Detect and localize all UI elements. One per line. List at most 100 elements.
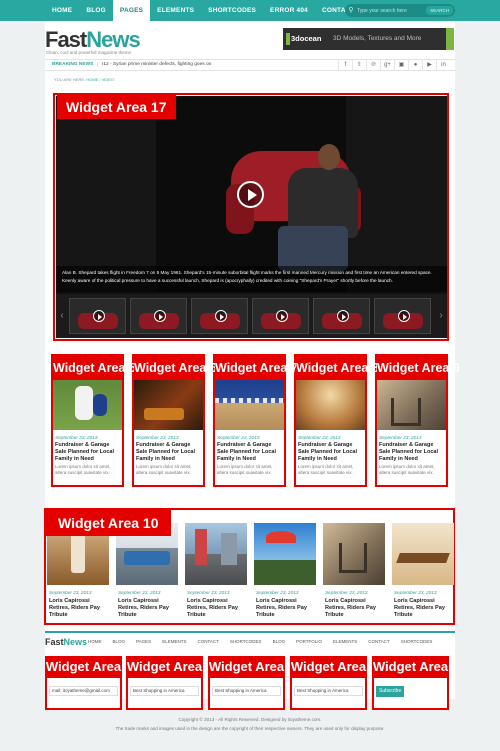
subscribe-button[interactable]: Subscribe bbox=[376, 686, 405, 697]
nav-blog[interactable]: BLOG bbox=[79, 0, 113, 21]
video-thumbnail[interactable] bbox=[69, 298, 126, 334]
gallery-title[interactable]: Loris Capirossi Retires, Riders Pay Trib… bbox=[256, 598, 316, 619]
play-icon bbox=[93, 310, 105, 322]
text-field[interactable]: Best Shopping in America bbox=[294, 686, 363, 696]
gallery-date: September 23, 2013 bbox=[118, 590, 161, 595]
gallery-item[interactable]: September 23, 2013 Loris Capirossi Retir… bbox=[185, 523, 247, 623]
chevron-right-icon[interactable]: › bbox=[436, 307, 446, 325]
widget-area-15-label: Widget Area 15 bbox=[372, 656, 449, 696]
video-thumbnail[interactable] bbox=[252, 298, 309, 334]
chair-shape bbox=[339, 543, 367, 573]
nav-home[interactable]: HOME bbox=[45, 0, 79, 21]
breaking-news-label: BREAKING NEWS bbox=[52, 62, 94, 67]
play-icon bbox=[337, 310, 349, 322]
widget-area-12: Widget Area 12 Best Shopping in America bbox=[126, 656, 203, 710]
building-shape bbox=[195, 529, 207, 565]
gallery-item[interactable]: September 23, 2013 Loris Capirossi Retir… bbox=[116, 523, 178, 623]
video-thumbnail[interactable] bbox=[191, 298, 248, 334]
widget-area-11-label: Widget Area 11 bbox=[45, 656, 122, 696]
play-icon[interactable] bbox=[237, 181, 264, 208]
search-button[interactable]: SEARCH bbox=[426, 6, 453, 15]
gallery-date: September 23, 2013 bbox=[49, 590, 92, 595]
youtube-icon[interactable]: ▶ bbox=[422, 60, 436, 70]
nav-error-404[interactable]: ERROR 404 bbox=[263, 0, 315, 21]
gallery-item[interactable]: September 23, 2013 Loris Capirossi Retir… bbox=[47, 523, 109, 623]
video-thumbnail[interactable] bbox=[313, 298, 370, 334]
footer-nav-item[interactable]: SHORTCODES bbox=[230, 639, 262, 644]
nav-pages[interactable]: PAGES bbox=[112, 0, 151, 21]
social-icons: f 𝕥 ℗ g+ ▣ ● ▶ in bbox=[338, 60, 450, 70]
lounger-shape bbox=[396, 553, 450, 563]
play-icon bbox=[398, 310, 410, 322]
site-tagline: Clean, cool and powerfull magazine theme bbox=[46, 50, 132, 55]
breadcrumb: YOU ARE HERE: HOME / VIDEO bbox=[54, 77, 114, 82]
widget-area-11: Widget Area 11 mail: itoyatheme@gmail.co… bbox=[45, 656, 122, 710]
play-icon bbox=[154, 310, 166, 322]
breadcrumb-current: VIDEO bbox=[101, 77, 115, 82]
logo-text-a: Fast bbox=[45, 27, 87, 52]
widget-area-8-label: Widget Area 8 bbox=[296, 356, 379, 380]
footer-nav-item[interactable]: BLOG bbox=[273, 639, 286, 644]
top-nav: HOME BLOG PAGES ELEMENTS SHORTCODES ERRO… bbox=[45, 0, 362, 21]
search-input[interactable] bbox=[357, 7, 427, 14]
gallery-date: September 23, 2013 bbox=[394, 590, 437, 595]
footer-logo[interactable]: FastNews bbox=[45, 637, 87, 647]
play-icon bbox=[215, 310, 227, 322]
boat-shape bbox=[124, 551, 170, 565]
linkedin-icon-2[interactable]: in bbox=[436, 60, 450, 70]
google-plus-icon[interactable]: g+ bbox=[380, 60, 394, 70]
header-banner-ad[interactable]: 3docean 3D Models, Textures and More bbox=[283, 28, 454, 50]
widget-area-7-label: Widget Area 7 bbox=[215, 356, 298, 380]
footer-nav-item[interactable]: CONTACT bbox=[368, 639, 389, 644]
footer-nav-item[interactable]: PORTFOLIO bbox=[296, 639, 322, 644]
gallery-title[interactable]: Loris Capirossi Retires, Riders Pay Trib… bbox=[118, 598, 178, 619]
nav-elements[interactable]: ELEMENTS bbox=[150, 0, 201, 21]
logo-text-b: News bbox=[86, 27, 140, 52]
footer-nav-item[interactable]: CONTACT bbox=[197, 639, 218, 644]
breaking-news-headline[interactable]: I12 - Syrian prime minister defects, fig… bbox=[97, 62, 211, 67]
linkedin-icon[interactable]: ▣ bbox=[394, 60, 408, 70]
nav-shortcodes[interactable]: SHORTCODES bbox=[201, 0, 263, 21]
page: HOME BLOG PAGES ELEMENTS SHORTCODES ERRO… bbox=[0, 0, 500, 751]
video-person-legs bbox=[278, 226, 348, 271]
twitter-icon[interactable]: 𝕥 bbox=[352, 60, 366, 70]
gallery-title[interactable]: Loris Capirossi Retires, Riders Pay Trib… bbox=[394, 598, 454, 619]
footer-nav: HOME BLOG PAGES ELEMENTS CONTACT SHORTCO… bbox=[88, 639, 443, 644]
gallery-title[interactable]: Loris Capirossi Retires, Riders Pay Trib… bbox=[325, 598, 385, 619]
video-stage: Alan B. Shepard takes flight in Freedom … bbox=[56, 96, 447, 292]
widget-area-13: Widget Area 13 Best Shopping in America bbox=[208, 656, 285, 710]
breadcrumb-home[interactable]: HOME bbox=[86, 77, 98, 82]
gallery-title[interactable]: Loris Capirossi Retires, Riders Pay Trib… bbox=[187, 598, 247, 619]
email-field[interactable]: mail: itoyatheme@gmail.com bbox=[49, 686, 118, 696]
video-player[interactable]: Alan B. Shepard takes flight in Freedom … bbox=[56, 96, 447, 338]
footer-logo-a: Fast bbox=[45, 637, 64, 647]
footer-nav-item[interactable]: BLOG bbox=[113, 639, 126, 644]
text-field[interactable]: Best Shopping in America bbox=[130, 686, 199, 696]
gallery-title[interactable]: Loris Capirossi Retires, Riders Pay Trib… bbox=[49, 598, 109, 619]
gallery-item[interactable]: September 23, 2013 Loris Capirossi Retir… bbox=[323, 523, 385, 623]
widget-area-15: Widget Area 15 Subscribe bbox=[372, 656, 449, 710]
gallery-item[interactable]: September 23, 2013 Loris Capirossi Retir… bbox=[254, 523, 316, 623]
widget-area-9-label: Widget Area 9 bbox=[377, 356, 460, 380]
footer-nav-item[interactable]: PAGES bbox=[136, 639, 151, 644]
chevron-left-icon[interactable]: ‹ bbox=[57, 307, 67, 325]
play-icon bbox=[276, 310, 288, 322]
video-thumbnail[interactable] bbox=[130, 298, 187, 334]
gallery-date: September 23, 2013 bbox=[256, 590, 299, 595]
video-caption: Alan B. Shepard takes flight in Freedom … bbox=[56, 266, 447, 292]
gallery-date: September 23, 2013 bbox=[325, 590, 368, 595]
gallery-item[interactable]: September 23, 2013 Loris Capirossi Retir… bbox=[392, 523, 454, 623]
widget-area-13-label: Widget Area 13 bbox=[208, 656, 285, 696]
footer-nav-item[interactable]: ELEMENTS bbox=[162, 639, 186, 644]
footer-nav-item[interactable]: SHORTCODES bbox=[401, 639, 433, 644]
text-field[interactable]: Best Shopping in America bbox=[212, 686, 281, 696]
building-shape-2 bbox=[221, 533, 237, 565]
widget-area-10-label: Widget Area 10 bbox=[46, 510, 171, 536]
video-thumbnail[interactable] bbox=[374, 298, 431, 334]
facebook-icon[interactable]: f bbox=[338, 60, 352, 70]
pinterest-icon[interactable]: ℗ bbox=[366, 60, 380, 70]
rss-icon[interactable]: ● bbox=[408, 60, 422, 70]
footer-nav-item[interactable]: HOME bbox=[88, 639, 102, 644]
widget-area-6-label: Widget Area 6 bbox=[134, 356, 217, 380]
footer-nav-item[interactable]: ELEMENTS bbox=[333, 639, 357, 644]
